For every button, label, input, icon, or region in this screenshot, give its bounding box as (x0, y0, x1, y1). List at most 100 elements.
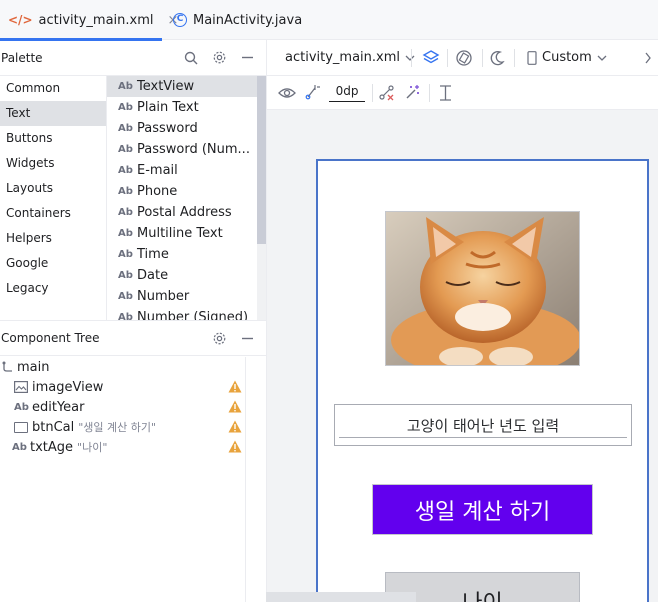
device-preview[interactable]: 고양이 태어난 년도 입력 생일 계산 하기 나이 (316, 159, 649, 602)
widget-plain-text[interactable]: Ab Plain Text (107, 97, 257, 118)
image-view[interactable] (385, 211, 580, 366)
night-mode-icon[interactable] (489, 50, 505, 66)
chevron-right-icon[interactable] (644, 52, 652, 64)
eye-icon[interactable] (278, 86, 296, 100)
component-tree: main imageView Ab editYear btnCal "생일 계산… (0, 357, 246, 602)
widget-label: Multiline Text (137, 226, 223, 241)
widget-password-numeric[interactable]: Ab Password (Num... (107, 139, 257, 160)
widget-number[interactable]: Ab Number (107, 286, 257, 307)
layout-toolbar: 0dp (266, 76, 658, 110)
tree-node-hint: "나이" (77, 441, 108, 454)
search-icon[interactable] (184, 51, 198, 65)
text-widget-icon: Ab (118, 312, 133, 320)
widget-number-signed[interactable]: Ab Number (Signed) (107, 307, 257, 320)
warning-icon[interactable] (228, 380, 242, 393)
widget-time[interactable]: Ab Time (107, 244, 257, 265)
minimize-icon[interactable] (241, 332, 254, 345)
design-toolbar: activity_main.xml Custom (266, 40, 658, 76)
text-widget-icon: Ab (12, 441, 27, 453)
category-legacy[interactable]: Legacy (0, 276, 106, 301)
widget-password[interactable]: Ab Password (107, 118, 257, 139)
default-margin-field[interactable]: 0dp (329, 84, 365, 102)
widget-postal-address[interactable]: Ab Postal Address (107, 202, 257, 223)
text-widget-icon: Ab (118, 291, 133, 302)
cat-image (386, 212, 579, 365)
tree-node-imageview[interactable]: imageView (0, 377, 245, 397)
clear-constraints-icon[interactable] (379, 85, 395, 101)
device-label: Custom (542, 50, 592, 65)
text-widget-icon: Ab (118, 228, 133, 239)
palette-title: Palette (1, 50, 43, 65)
widget-label: Number (Signed) (137, 310, 249, 320)
tab-main-activity[interactable]: C MainActivity.java (165, 0, 315, 40)
widget-phone[interactable]: Ab Phone (107, 181, 257, 202)
autoconnect-icon[interactable] (305, 84, 321, 100)
tree-node-btncal[interactable]: btnCal "생일 계산 하기" (0, 417, 245, 437)
android-studio-window: </> activity_main.xml × C MainActivity.j… (0, 0, 658, 602)
category-containers[interactable]: Containers (0, 201, 106, 226)
category-widgets[interactable]: Widgets (0, 151, 106, 176)
tab-activity-main[interactable]: </> activity_main.xml × (0, 0, 178, 41)
warning-icon[interactable] (228, 440, 242, 453)
gear-icon[interactable] (212, 331, 227, 346)
guidelines-icon[interactable] (438, 84, 454, 102)
orientation-icon[interactable] (455, 49, 473, 67)
widget-label: Password (Num... (137, 142, 250, 157)
xml-file-icon: </> (8, 13, 33, 27)
widget-label: Phone (137, 184, 178, 199)
component-tree-title: Component Tree (1, 331, 100, 345)
edit-year-field[interactable]: 고양이 태어난 년도 입력 (334, 404, 632, 446)
widget-multiline-text[interactable]: Ab Multiline Text (107, 223, 257, 244)
calculate-age-button[interactable]: 생일 계산 하기 (372, 484, 593, 535)
category-common[interactable]: Common (0, 76, 106, 101)
widget-textview[interactable]: Ab TextView (107, 76, 257, 97)
widget-email[interactable]: Ab E-mail (107, 160, 257, 181)
design-canvas[interactable]: 고양이 태어난 년도 입력 생일 계산 하기 나이 (266, 110, 658, 602)
warning-icon[interactable] (228, 400, 242, 413)
gear-icon[interactable] (212, 50, 227, 65)
widget-label: E-mail (137, 163, 178, 178)
widget-label: Time (137, 247, 169, 262)
scrollbar-thumb[interactable] (257, 76, 266, 244)
widget-label: Date (137, 268, 169, 283)
category-google[interactable]: Google (0, 251, 106, 276)
widget-label: Plain Text (137, 100, 199, 115)
chevron-down-icon (597, 55, 607, 61)
warning-icon[interactable] (228, 420, 242, 433)
text-widget-icon: Ab (14, 401, 29, 413)
device-selector[interactable]: Custom (527, 50, 607, 65)
text-widget-icon: Ab (118, 186, 133, 197)
edit-year-hint: 고양이 태어난 년도 입력 (406, 416, 560, 435)
widget-date[interactable]: Ab Date (107, 265, 257, 286)
palette-category-list: Common Text Buttons Widgets Layouts Cont… (0, 76, 107, 320)
infer-constraints-icon[interactable] (405, 84, 421, 100)
category-text[interactable]: Text (0, 101, 106, 126)
category-layouts[interactable]: Layouts (0, 176, 106, 201)
category-helpers[interactable]: Helpers (0, 226, 106, 251)
text-widget-icon: Ab (118, 207, 133, 218)
layers-icon[interactable] (422, 49, 440, 67)
tree-node-label: imageView (32, 379, 104, 395)
text-widget-icon: Ab (118, 102, 133, 113)
tree-node-edityear[interactable]: Ab editYear (0, 397, 245, 417)
file-selector[interactable]: activity_main.xml (285, 50, 415, 65)
text-widget-icon: Ab (118, 270, 133, 281)
tree-node-label: btnCal (32, 419, 75, 435)
button-icon (14, 421, 28, 433)
text-widget-icon: Ab (118, 144, 133, 155)
tab-label: activity_main.xml (38, 12, 154, 28)
minimize-icon[interactable] (241, 51, 254, 64)
category-buttons[interactable]: Buttons (0, 126, 106, 151)
constraint-layout-icon (2, 361, 12, 372)
widget-label: Number (137, 289, 190, 304)
tree-node-main[interactable]: main (0, 357, 245, 377)
text-widget-icon: Ab (118, 249, 133, 260)
tree-node-hint: "생일 계산 하기" (78, 421, 157, 434)
palette-widget-list: Ab TextView Ab Plain Text Ab Password Ab Pas… (107, 76, 257, 320)
java-class-icon: C (173, 13, 187, 27)
tree-node-txtage[interactable]: Ab txtAge "나이" (0, 437, 245, 457)
canvas-horizontal-scrollbar[interactable] (266, 592, 416, 602)
tree-node-label: main (17, 359, 50, 375)
palette-scrollbar[interactable] (257, 76, 266, 320)
text-widget-icon: Ab (118, 81, 133, 92)
